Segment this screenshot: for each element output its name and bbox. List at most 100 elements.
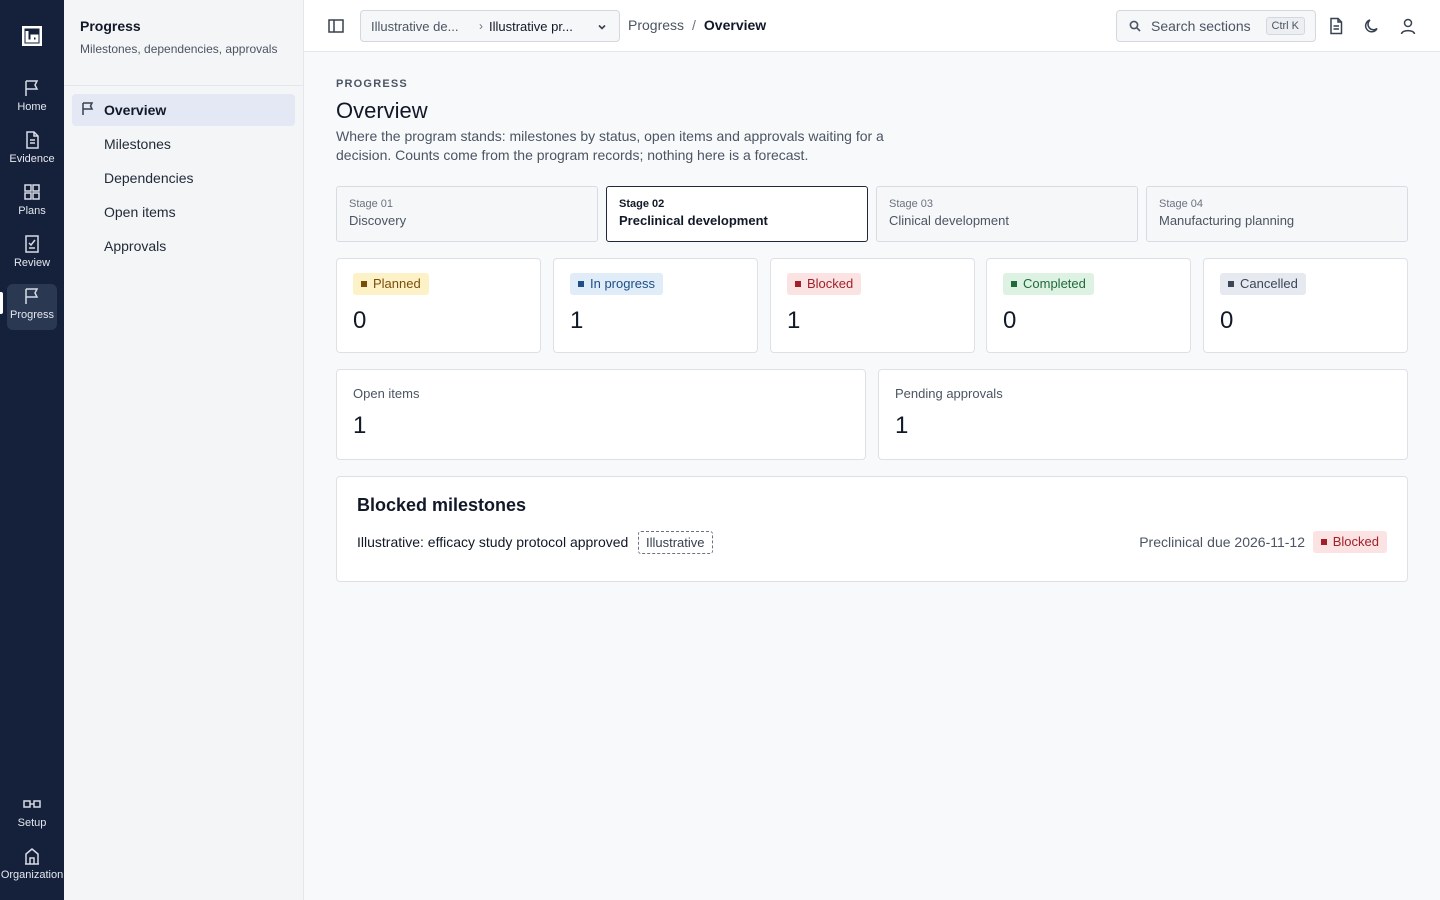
sidebar-item-approvals[interactable]: Approvals (72, 230, 295, 262)
stage-number: Stage 04 (1159, 198, 1204, 210)
user-icon[interactable] (1399, 17, 1417, 35)
sidebar-item-milestones[interactable]: Milestones (72, 128, 295, 160)
sidebar-item-label: Overview (104, 102, 167, 118)
rail-label: Home (17, 101, 47, 113)
status-badge: Planned (353, 273, 429, 295)
list-item[interactable]: Illustrative: efficacy study protocol ap… (357, 531, 1387, 555)
document-icon (26, 131, 39, 149)
metric-card-pending-approvals[interactable]: Pending approvals 1 (878, 369, 1408, 460)
building-icon (25, 848, 39, 865)
sidebar-item-dependencies[interactable]: Dependencies (72, 162, 295, 194)
rail-label: Review (13, 257, 51, 269)
program-select-first: Illustrative de... (371, 18, 459, 34)
status-card-cancelled[interactable]: Cancelled 0 (1203, 258, 1408, 353)
sidebar-item-label: Approvals (104, 238, 167, 254)
blocked-milestones-panel: Blocked milestones Illustrative: efficac… (336, 476, 1408, 582)
status-card-completed[interactable]: Completed 0 (986, 258, 1191, 353)
rail-item-review[interactable]: Review (7, 232, 57, 278)
search-shortcut-badge: Ctrl K (1265, 17, 1305, 35)
rail-item-evidence[interactable]: Evidence (7, 128, 57, 174)
status-badge: Blocked (787, 273, 862, 295)
milestone-stage: Preclinical (1139, 534, 1203, 550)
status-badge: Cancelled (1220, 273, 1306, 295)
rail-label: Setup (17, 817, 47, 829)
rail-item-organization[interactable]: Organization (0, 844, 64, 890)
rail-label: Organization (0, 869, 64, 881)
sidebar-toggle-icon[interactable] (327, 17, 345, 35)
status-badge: In progress (570, 273, 664, 295)
stage-tab-clinical[interactable]: Stage 03 Clinical development (876, 186, 1138, 242)
moon-icon[interactable] (1363, 17, 1381, 35)
chevron-down-icon (598, 24, 606, 30)
stage-name: Manufacturing planning (1159, 213, 1295, 228)
stage-tabs: Stage 01 Discovery Stage 02 Preclinical … (336, 186, 1408, 242)
rail-label: Plans (18, 205, 46, 217)
milestone-due-date: due 2026-11-12 (1207, 534, 1305, 550)
status-count: 1 (787, 307, 801, 334)
app-logo-icon[interactable] (22, 26, 42, 46)
sidebar-item-open-items[interactable]: Open items (72, 196, 295, 228)
metric-row: Open items 1 Pending approvals 1 (336, 369, 1408, 460)
chevron-separator-icon: › (479, 19, 483, 33)
milestone-name[interactable]: Illustrative: efficacy study protocol ap… (357, 534, 628, 550)
metric-value: 1 (895, 412, 909, 439)
metric-value: 1 (353, 412, 367, 439)
checklist-icon (25, 235, 39, 253)
sidebar-title: Progress (80, 18, 141, 34)
app-rail: Home Evidence Plans Review Progress Setu… (0, 0, 64, 900)
status-badge: Blocked (1312, 531, 1387, 553)
stage-number: Stage 03 (889, 198, 934, 210)
rail-active-marker (0, 292, 3, 314)
breadcrumb-separator: / (692, 17, 696, 33)
status-card-in-progress[interactable]: In progress 1 (553, 258, 758, 353)
status-badge: Completed (1003, 273, 1094, 295)
stage-number: Stage 02 (619, 198, 665, 210)
sidebar-subtitle: Milestones, dependencies, approvals (80, 42, 278, 56)
page-eyebrow: PROGRESS (336, 78, 408, 90)
sidebar-item-label: Open items (104, 204, 176, 220)
rail-item-setup[interactable]: Setup (7, 792, 57, 838)
breadcrumb-current: Overview (703, 17, 767, 33)
flag-icon (25, 288, 39, 304)
rail-item-plans[interactable]: Plans (7, 180, 57, 226)
program-select-second: Illustrative pr... (489, 18, 573, 34)
program-select[interactable]: Illustrative de... › Illustrative pr... (360, 10, 620, 42)
sidebar-header: Progress Milestones, dependencies, appro… (64, 0, 303, 86)
document-icon[interactable] (1327, 17, 1345, 35)
link-icon (23, 800, 41, 808)
status-count: 0 (353, 307, 367, 334)
stage-name: Preclinical development (619, 213, 768, 228)
topbar: Illustrative de... › Illustrative pr... … (304, 0, 1440, 52)
status-count-row: Planned 0 In progress 1 Blocked 1 Comple… (336, 258, 1408, 353)
search-input[interactable]: Search sections Ctrl K (1116, 10, 1316, 42)
stage-tab-manufacturing[interactable]: Stage 04 Manufacturing planning (1146, 186, 1408, 242)
breadcrumb: Progress / Overview (628, 17, 766, 33)
search-icon (1129, 20, 1141, 32)
breadcrumb-parent[interactable]: Progress (628, 17, 684, 33)
sidebar-nav: Overview Milestones Dependencies Open it… (64, 86, 303, 272)
stage-tab-discovery[interactable]: Stage 01 Discovery (336, 186, 598, 242)
stage-name: Clinical development (889, 213, 1009, 228)
status-card-blocked[interactable]: Blocked 1 (770, 258, 975, 353)
status-count: 0 (1220, 307, 1234, 334)
section-sidebar: Progress Milestones, dependencies, appro… (64, 0, 304, 900)
status-card-planned[interactable]: Planned 0 (336, 258, 541, 353)
sidebar-item-overview[interactable]: Overview (72, 94, 295, 126)
metric-label: Open items (353, 386, 420, 401)
page-title: Overview (336, 98, 428, 123)
grid-icon (24, 184, 40, 200)
flag-icon (82, 102, 94, 115)
illustrative-tag: Illustrative (638, 531, 713, 554)
sidebar-item-label: Dependencies (104, 170, 194, 186)
sidebar-item-label: Milestones (104, 136, 171, 152)
flag-icon (25, 80, 39, 96)
status-count: 1 (570, 307, 584, 334)
metric-card-open-items[interactable]: Open items 1 (336, 369, 866, 460)
status-count: 0 (1003, 307, 1017, 334)
rail-item-home[interactable]: Home (7, 76, 57, 122)
rail-item-progress[interactable]: Progress (7, 284, 57, 330)
panel-title: Blocked milestones (357, 495, 527, 515)
stage-tab-preclinical[interactable]: Stage 02 Preclinical development (606, 186, 868, 242)
stage-name: Discovery (349, 213, 407, 228)
page-description: Where the program stands: milestones by … (336, 128, 884, 163)
